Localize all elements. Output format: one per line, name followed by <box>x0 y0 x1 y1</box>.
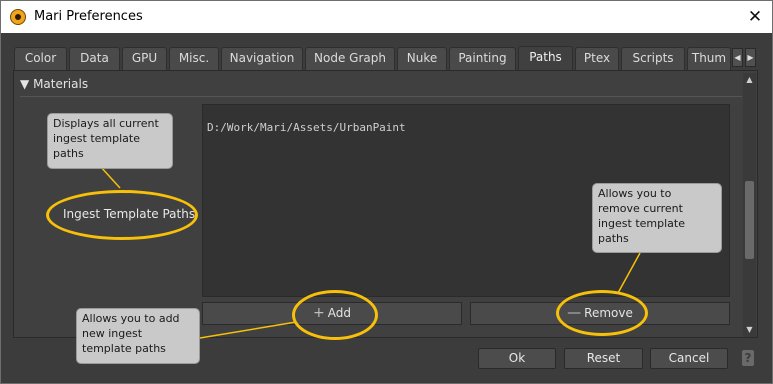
add-paths-callout: Allows you to add new ingest template pa… <box>76 308 200 364</box>
remove-button-highlight <box>556 290 648 336</box>
ingest-label-highlight <box>46 190 198 240</box>
remove-paths-callout: Allows you to remove current ingest temp… <box>592 183 722 253</box>
add-button-highlight <box>292 290 378 340</box>
display-paths-callout: Displays all current ingest template pat… <box>47 113 173 169</box>
